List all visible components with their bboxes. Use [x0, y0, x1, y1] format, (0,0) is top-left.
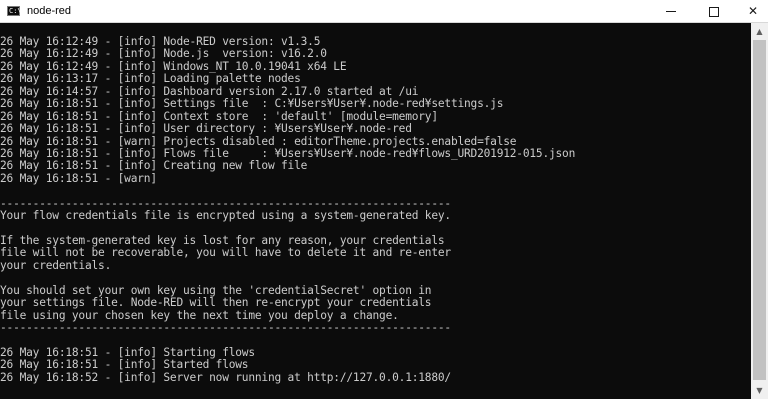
scroll-down-arrow-icon[interactable]: ▼ — [751, 382, 768, 399]
minimize-button[interactable] — [656, 0, 686, 22]
maximize-icon — [709, 6, 719, 17]
console-line: 26 May 16:18:52 - [info] Server now runn… — [0, 370, 451, 384]
vertical-scrollbar[interactable]: ▲ ▼ — [751, 23, 768, 399]
console-line: Your flow credentials file is encrypted … — [0, 209, 451, 223]
maximize-button[interactable] — [699, 0, 729, 22]
console-app-icon[interactable]: C:\ — [7, 6, 22, 16]
console-line: your credentials. — [0, 258, 112, 272]
console-line: 26 May 16:18:51 - [info] Started flows — [0, 358, 249, 372]
console-line: 26 May 16:18:51 - [info] Creating new fl… — [0, 159, 308, 173]
close-icon: ✕ — [747, 4, 759, 18]
minimize-icon — [666, 11, 676, 12]
console-line: 26 May 16:18:51 - [warn] — [0, 171, 157, 185]
console-line: ----------------------------------------… — [0, 321, 451, 335]
scrollbar-thumb[interactable] — [753, 40, 766, 380]
console-line: 26 May 16:13:17 - [info] Loading palette… — [0, 72, 301, 86]
console-window: C:\ node-red ✕ 26 May 16:12:49 - [info] … — [0, 0, 768, 399]
console-line: file will not be recoverable, you will h… — [0, 246, 451, 260]
console-app-icon-text: C:\ — [9, 7, 22, 15]
console-lines: 26 May 16:12:49 - [info] Node-RED versio… — [0, 35, 575, 384]
window-title: node-red — [27, 5, 72, 17]
console-line: 26 May 16:18:51 - [info] User directory … — [0, 122, 412, 136]
close-button[interactable]: ✕ — [738, 0, 768, 22]
title-bar[interactable]: C:\ node-red ✕ — [0, 0, 768, 23]
scroll-up-arrow-icon[interactable]: ▲ — [751, 23, 768, 40]
console-line: 26 May 16:18:51 - [info] Settings file :… — [0, 97, 504, 111]
console-line: 26 May 16:12:49 - [info] Node.js version… — [0, 47, 327, 61]
console-line: your settings file. Node-RED will then r… — [0, 296, 432, 310]
console-output[interactable]: 26 May 16:12:49 - [info] Node-RED versio… — [0, 23, 751, 399]
